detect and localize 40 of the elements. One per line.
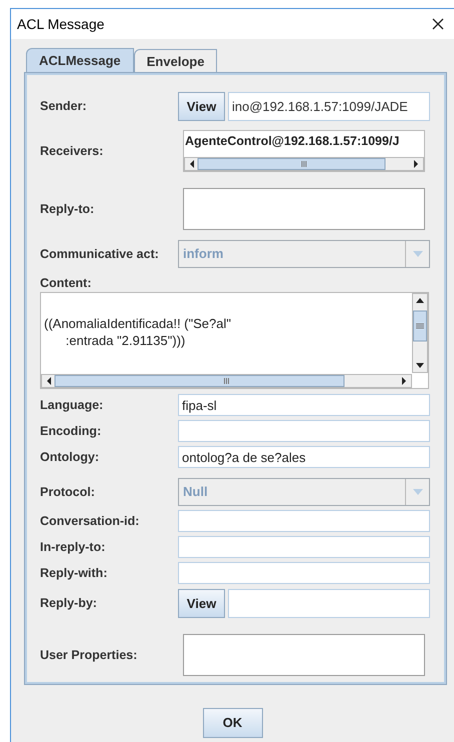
field-label: Sender: [40,98,88,116]
dropdown-arrow-icon [412,251,422,257]
list-box[interactable]: AgenteControl@192.168.1.57:1099/J [183,130,425,172]
scrollbar[interactable] [412,293,428,373]
content-text: ((AnomaliaIdentificada!! ("Se?al" :entrada "2.91135"))) [43,315,232,350]
ok-button[interactable]: OK [202,708,262,738]
field-label: Reply-with: [40,564,108,582]
text-field[interactable] [178,562,430,584]
list-item[interactable]: AgenteControl@192.168.1.57:1099/J [184,131,424,151]
window-title: ACL Message [17,14,104,34]
text-field[interactable] [178,536,430,558]
close-icon[interactable] [432,18,444,30]
field-label: Receivers: [40,142,104,160]
field-label: Communicative act: [40,246,160,263]
scrollbar[interactable] [41,374,412,388]
content-area[interactable]: ((AnomaliaIdentificada!! ("Se?al" :entrada "2.91135"))) [40,292,429,389]
dropdown-arrow-icon [412,489,422,495]
field-label: Content: [40,275,92,292]
field-label: Encoding: [40,422,102,440]
field-label: Reply-to: [40,200,96,218]
text-field[interactable] [228,589,430,618]
view-button[interactable]: View [178,589,225,618]
text-field[interactable]: ino@192.168.1.57:1099/JADE [228,92,430,121]
field-label: Protocol: [40,484,96,501]
text-field[interactable]: fipa-sl [178,394,430,416]
text-field[interactable] [178,420,430,442]
text-field[interactable] [178,510,430,532]
field-label: User Properties: [40,646,138,664]
scrollbar[interactable] [184,157,424,171]
field-label: Language: [40,396,104,414]
field-label: In-reply-to: [40,538,106,556]
tab[interactable]: ACLMessage [26,48,134,72]
tab[interactable]: Envelope [134,49,218,73]
text-field[interactable]: ontolog?a de se?ales [178,446,430,468]
view-button[interactable]: View [178,92,225,121]
text-area[interactable] [183,188,425,230]
field-label: Ontology: [40,448,100,466]
field-label: Reply-by: [40,595,98,612]
field-label: Conversation-id: [40,512,140,530]
text-area[interactable] [183,634,425,676]
